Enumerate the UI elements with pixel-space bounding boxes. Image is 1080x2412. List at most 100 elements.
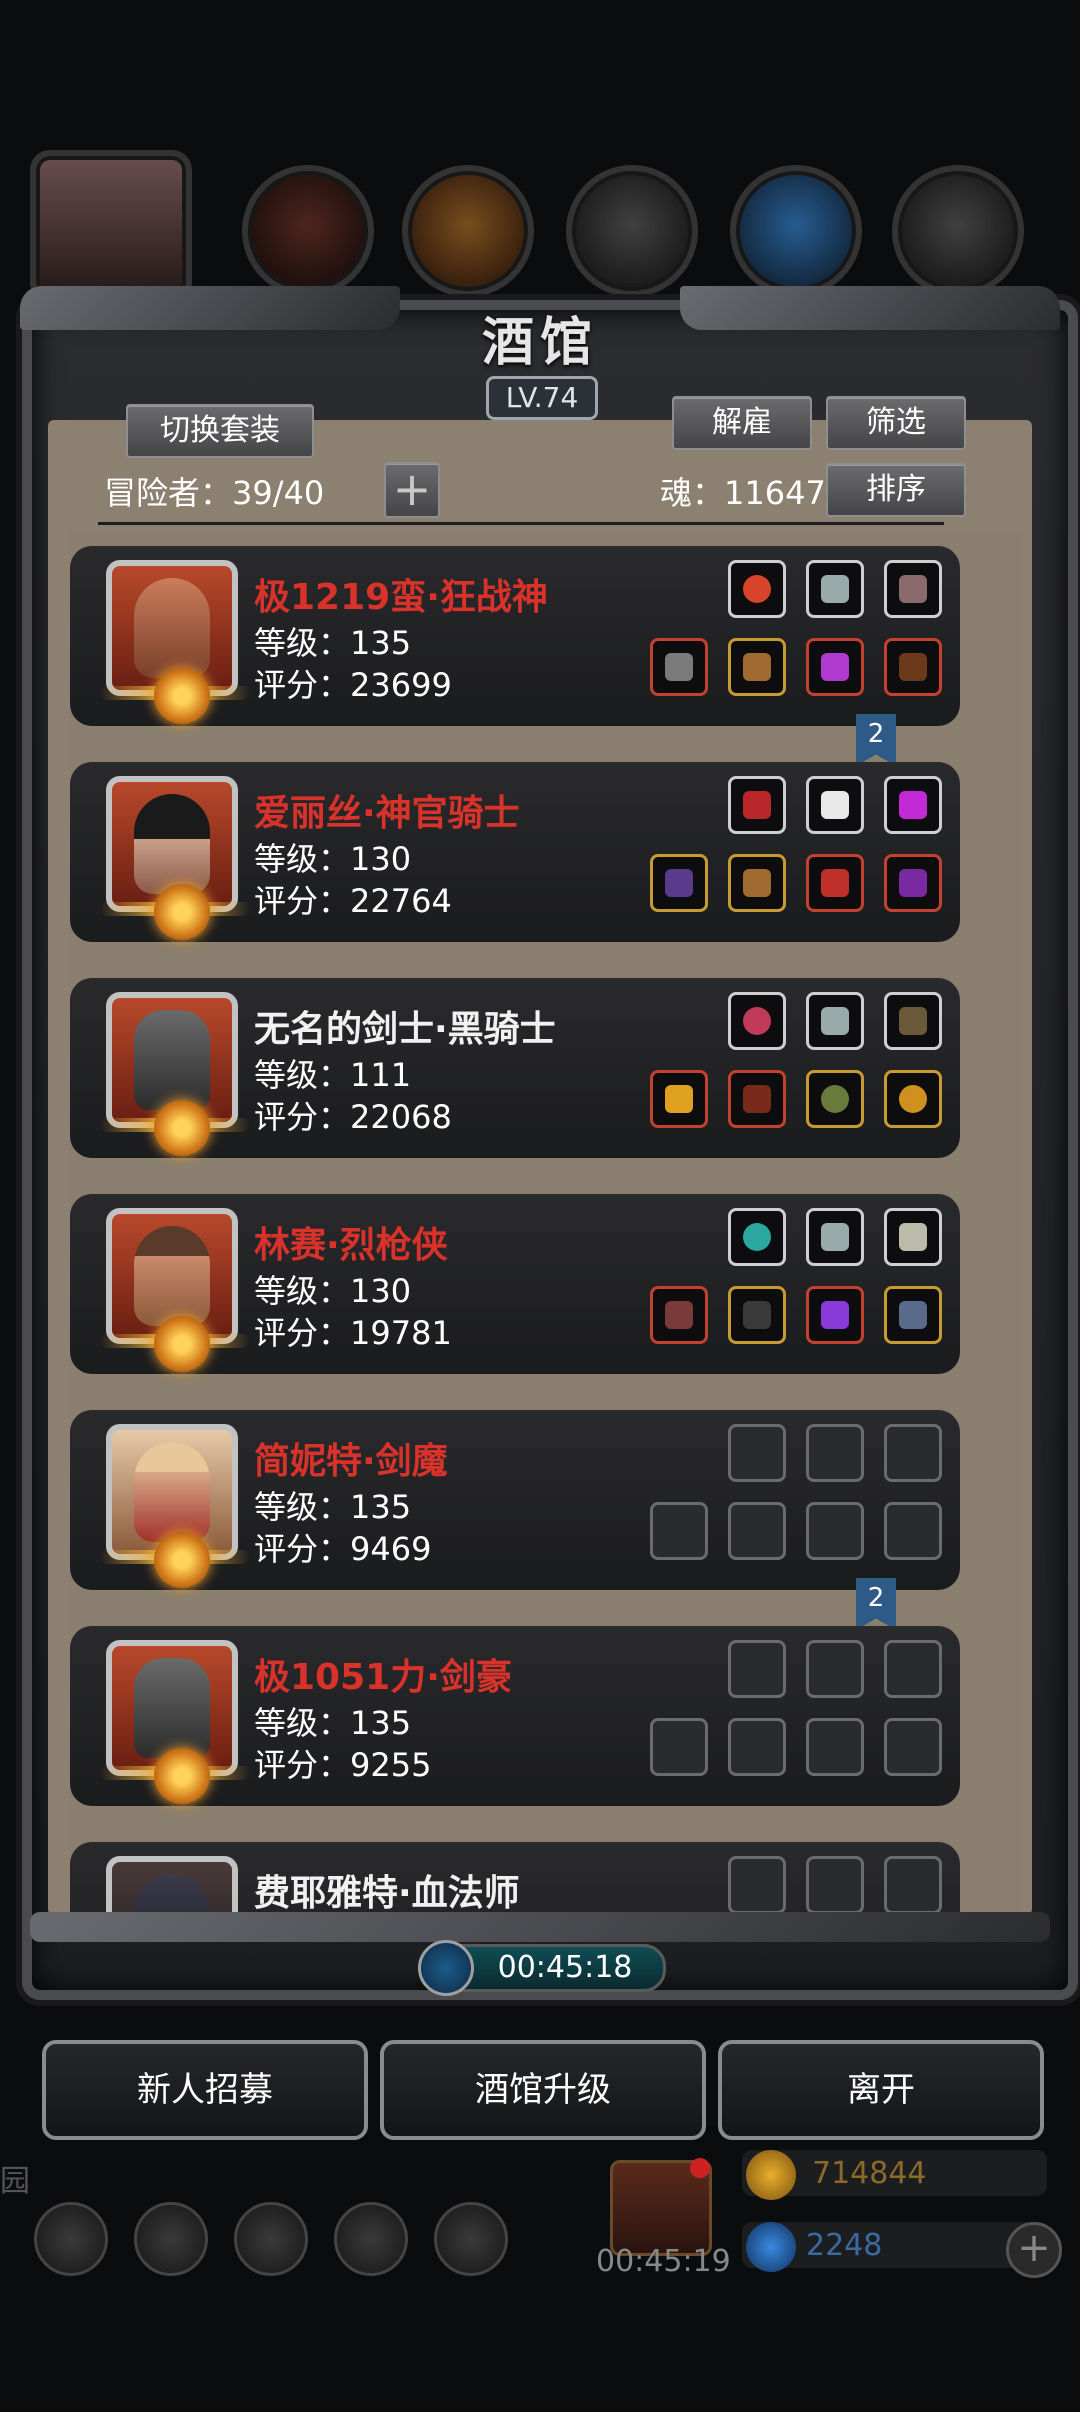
resource-icon-meat (242, 165, 374, 297)
hero-portrait (106, 1856, 238, 1920)
equip-slot[interactable] (728, 854, 786, 912)
soul-count: 魂：11647 (660, 474, 826, 512)
hero-level: 等级：135 (254, 624, 412, 662)
equip-slot[interactable] (806, 992, 864, 1050)
equip-slot[interactable] (884, 638, 942, 696)
hero-level: 等级：130 (254, 840, 412, 878)
resource-icon-crystal (730, 165, 862, 297)
hero-card[interactable]: 无名的剑士·黑骑士 等级：111 评分：22068 (70, 978, 960, 1158)
hero-level: 等级：130 (254, 1272, 412, 1310)
equip-slot[interactable] (728, 992, 786, 1050)
hero-name: 简妮特·剑魔 (254, 1441, 448, 1482)
empty-equip-slot[interactable] (884, 1640, 942, 1698)
equip-slot[interactable] (806, 1070, 864, 1128)
equip-slot[interactable] (650, 638, 708, 696)
hero-card[interactable]: 爱丽丝·神官骑士 等级：130 评分：22764 (70, 762, 960, 942)
map-icon[interactable] (434, 2202, 508, 2276)
plus-icon: + (392, 462, 432, 516)
gem-icon (746, 2222, 796, 2272)
hero-card[interactable]: 极1219蛮·狂战神 等级：135 评分：23699 (70, 546, 960, 726)
hero-card[interactable]: 简妮特·剑魔 等级：135 评分：9469 (70, 1410, 960, 1590)
resource-icon-iron (566, 165, 698, 297)
upgrade-tavern-button[interactable]: 酒馆升级 (380, 2040, 706, 2140)
header-divider (98, 522, 944, 525)
resource-icon-wood (402, 165, 534, 297)
empty-equip-slot[interactable] (806, 1856, 864, 1914)
empty-equip-slot[interactable] (884, 1856, 942, 1914)
equip-slot[interactable] (884, 1286, 942, 1344)
equip-slot[interactable] (884, 1070, 942, 1128)
equip-slot[interactable] (728, 1208, 786, 1266)
star-icon[interactable] (134, 2202, 208, 2276)
empty-equip-slot[interactable] (806, 1424, 864, 1482)
hero-name: 林赛·烈枪侠 (254, 1225, 448, 1266)
equip-slot[interactable] (650, 1286, 708, 1344)
add-slot-button[interactable]: + (384, 462, 440, 518)
equip-slot[interactable] (806, 854, 864, 912)
equip-slot[interactable] (884, 854, 942, 912)
gold-amount: 714844 (812, 2156, 927, 2191)
equip-slot[interactable] (650, 854, 708, 912)
empty-equip-slot[interactable] (806, 1502, 864, 1560)
equip-slot[interactable] (728, 560, 786, 618)
leave-button[interactable]: 离开 (718, 2040, 1044, 2140)
equip-slot[interactable] (728, 638, 786, 696)
rank-badge (154, 1316, 210, 1372)
empty-equip-slot[interactable] (728, 1502, 786, 1560)
hero-card[interactable]: 极1051力·剑豪 等级：135 评分：9255 (70, 1626, 960, 1806)
equip-slot[interactable] (806, 560, 864, 618)
hero-score: 评分：22068 (254, 1098, 452, 1136)
empty-equip-slot[interactable] (884, 1718, 942, 1776)
hero-level: 等级：135 (254, 1488, 412, 1526)
tier-ribbon: 2 (856, 714, 896, 766)
resource-icon-stone (892, 165, 1024, 297)
switch-outfit-button[interactable]: 切换套装 (126, 404, 314, 458)
empty-equip-slot[interactable] (806, 1640, 864, 1698)
equip-slot[interactable] (884, 992, 942, 1050)
book-icon[interactable] (234, 2202, 308, 2276)
equip-slot[interactable] (806, 776, 864, 834)
empty-equip-slot[interactable] (650, 1502, 708, 1560)
equip-slot[interactable] (728, 776, 786, 834)
panel-bottom-frame (30, 1912, 1050, 1942)
equip-slot[interactable] (806, 1208, 864, 1266)
equip-slot[interactable] (806, 638, 864, 696)
equip-slot[interactable] (884, 560, 942, 618)
empty-equip-slot[interactable] (728, 1424, 786, 1482)
sort-button[interactable]: 排序 (826, 463, 966, 517)
empty-equip-slot[interactable] (728, 1856, 786, 1914)
empty-equip-slot[interactable] (728, 1718, 786, 1776)
empty-equip-slot[interactable] (806, 1718, 864, 1776)
gem-amount: 2248 (806, 2228, 883, 2263)
recruit-button[interactable]: 新人招募 (42, 2040, 368, 2140)
dismiss-button[interactable]: 解雇 (672, 396, 812, 450)
hero-list[interactable]: 极1219蛮·狂战神 等级：135 评分：23699 2 爱丽丝·神官骑士 等级… (70, 530, 1020, 1920)
hero-card[interactable]: 费耶雅特·血法师 (70, 1842, 960, 1920)
equip-slot[interactable] (806, 1286, 864, 1344)
equip-slot[interactable] (728, 1070, 786, 1128)
mail-icon[interactable] (334, 2202, 408, 2276)
hero-level: 等级：111 (254, 1056, 412, 1094)
add-gems-button[interactable]: + (1006, 2222, 1062, 2278)
settings-icon[interactable] (34, 2202, 108, 2276)
rank-badge (154, 1532, 210, 1588)
panel-title: 酒馆 (481, 313, 598, 373)
empty-equip-slot[interactable] (884, 1424, 942, 1482)
gold-icon (746, 2150, 796, 2200)
filter-button[interactable]: 筛选 (826, 396, 966, 450)
hero-name: 爱丽丝·神官骑士 (254, 793, 520, 834)
equip-slot[interactable] (884, 776, 942, 834)
hero-name: 极1219蛮·狂战神 (254, 577, 548, 618)
rank-badge (154, 884, 210, 940)
equip-slot[interactable] (728, 1286, 786, 1344)
equip-slot[interactable] (650, 1070, 708, 1128)
empty-equip-slot[interactable] (728, 1640, 786, 1698)
clock-icon (418, 1940, 474, 1996)
hero-card[interactable]: 林赛·烈枪侠 等级：130 评分：19781 (70, 1194, 960, 1374)
gift-timer: 00:45:19 (596, 2244, 731, 2279)
refresh-timer: 00:45:18 (497, 1950, 633, 1985)
empty-equip-slot[interactable] (650, 1718, 708, 1776)
empty-equip-slot[interactable] (884, 1502, 942, 1560)
hero-score: 评分：9255 (254, 1746, 432, 1784)
equip-slot[interactable] (884, 1208, 942, 1266)
